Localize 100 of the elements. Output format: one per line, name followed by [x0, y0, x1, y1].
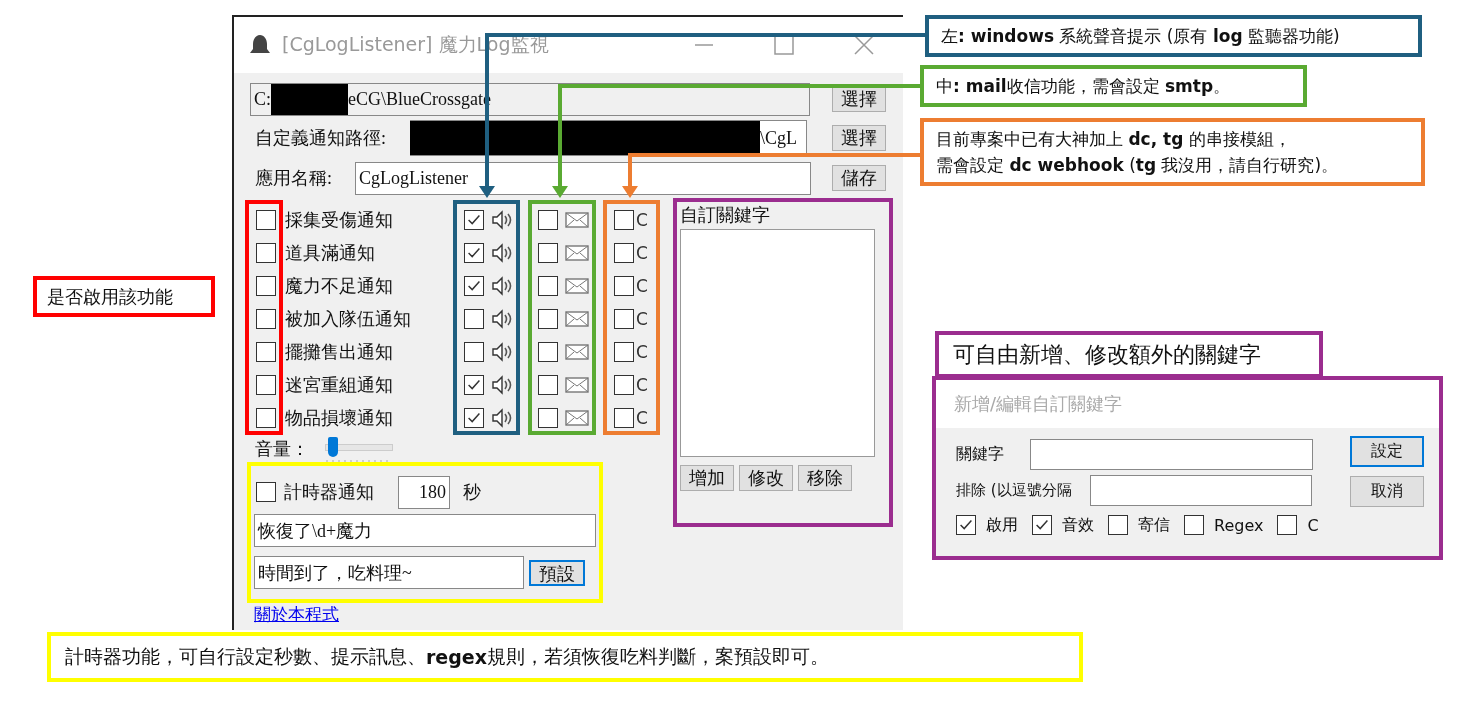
- callout-note: 計時器功能，可自行設定秒數、提示訊息、regex規則，若須恢復吃料判斷，案預設即可。: [47, 632, 1083, 682]
- checkbox[interactable]: [538, 275, 558, 296]
- keyword-button[interactable]: 增加: [680, 465, 734, 491]
- checkbox[interactable]: [256, 242, 276, 263]
- regex-field[interactable]: 恢復了\d+魔力: [254, 514, 596, 547]
- dialog-button[interactable]: 取消: [1350, 476, 1424, 507]
- checkbox[interactable]: [464, 242, 484, 263]
- option-label: 啟用: [986, 514, 1018, 536]
- default-button[interactable]: 預設: [529, 559, 585, 586]
- speaker-icon: [490, 405, 514, 430]
- speaker-icon: [490, 339, 514, 364]
- input-field[interactable]: [1030, 438, 1313, 470]
- checkbox[interactable]: [464, 341, 484, 362]
- choose-button[interactable]: 選擇: [832, 86, 886, 112]
- notification-label: 迷宮重組通知: [285, 373, 394, 397]
- option-label: Regex: [1214, 515, 1264, 535]
- dialog-button[interactable]: 設定: [1350, 436, 1424, 467]
- option-label: C: [636, 242, 649, 263]
- path-field[interactable]: \CgL: [410, 120, 807, 156]
- callout-note: 中: mail收信功能，需會設定 smtp。: [920, 65, 1307, 107]
- choose-button[interactable]: 選擇: [832, 125, 886, 151]
- checkbox[interactable]: [538, 341, 558, 362]
- field-label: 應用名稱:: [254, 167, 333, 190]
- checkbox[interactable]: [256, 341, 276, 362]
- field-label: 關鍵字: [956, 443, 1005, 465]
- option-label: 寄信: [1138, 514, 1170, 536]
- option-label: C: [636, 407, 649, 428]
- checkbox[interactable]: [614, 374, 634, 395]
- checkbox[interactable]: [464, 209, 484, 230]
- timer-label: 計時器通知: [284, 481, 375, 504]
- notification-label: 採集受傷通知: [285, 208, 394, 232]
- envelope-icon: [565, 277, 589, 294]
- checkbox[interactable]: [538, 242, 558, 263]
- notification-label: 道具滿通知: [285, 241, 376, 265]
- notification-label: 魔力不足通知: [285, 274, 394, 298]
- checkbox[interactable]: [464, 407, 484, 428]
- checkbox[interactable]: [538, 374, 558, 395]
- envelope-icon: [565, 244, 589, 261]
- checkbox[interactable]: [1277, 515, 1298, 535]
- envelope-icon: [565, 409, 589, 426]
- volume-label: 音量：: [254, 438, 310, 461]
- checkbox[interactable]: [614, 242, 634, 263]
- checkbox[interactable]: [956, 515, 976, 535]
- checkbox[interactable]: [464, 374, 484, 395]
- checkbox[interactable]: [614, 407, 634, 428]
- field-label: 排除 (以逗號分隔: [956, 480, 1073, 500]
- keyword-button[interactable]: 移除: [798, 465, 852, 491]
- speaker-icon: [490, 372, 514, 397]
- option-label: C: [636, 341, 649, 362]
- speaker-icon: [490, 207, 514, 232]
- checkbox[interactable]: [614, 341, 634, 362]
- checkbox[interactable]: [256, 482, 276, 502]
- panel-title: 自訂關鍵字: [680, 204, 771, 227]
- checkbox[interactable]: [1032, 515, 1052, 535]
- checkbox[interactable]: [464, 308, 484, 329]
- notification-label: 被加入隊伍通知: [285, 307, 412, 331]
- speaker-icon: [490, 306, 514, 331]
- envelope-icon: [565, 343, 589, 360]
- dialog-title: 新增/編輯自訂關鍵字: [954, 392, 1123, 416]
- envelope-icon: [565, 376, 589, 393]
- notification-label: 物品損壞通知: [285, 406, 394, 430]
- app-name-field[interactable]: CgLogListener: [355, 161, 811, 195]
- envelope-icon: [565, 211, 589, 228]
- seconds-field[interactable]: 180: [398, 475, 450, 509]
- checkbox[interactable]: [256, 407, 276, 428]
- checkbox[interactable]: [614, 308, 634, 329]
- checkbox[interactable]: [538, 209, 558, 230]
- save-button[interactable]: 儲存: [832, 165, 886, 191]
- keyword-button[interactable]: 修改: [739, 465, 793, 491]
- option-label: C: [636, 308, 649, 329]
- callout-note: 左: windows 系統聲音提示 (原有 log 監聽器功能): [925, 15, 1422, 57]
- option-label: C: [636, 374, 649, 395]
- checkbox[interactable]: [614, 275, 634, 296]
- checkbox[interactable]: [256, 275, 276, 296]
- checkbox[interactable]: [256, 308, 276, 329]
- about-link[interactable]: 關於本程式: [254, 603, 670, 626]
- checkbox[interactable]: [256, 374, 276, 395]
- speaker-icon: [490, 273, 514, 298]
- maximize-icon[interactable]: [773, 34, 795, 56]
- option-label: C: [1307, 515, 1319, 535]
- checkbox[interactable]: [614, 209, 634, 230]
- callout-note: 目前專案中已有大神加上 dc, tg 的串接模組， 需會設定 dc webhook (tg 我沒用，請自行研究)。: [920, 118, 1425, 186]
- checkbox[interactable]: [538, 308, 558, 329]
- close-icon[interactable]: [853, 34, 875, 56]
- input-field[interactable]: [1090, 474, 1312, 506]
- checkbox[interactable]: [1184, 515, 1204, 535]
- option-label: C: [636, 275, 649, 296]
- checkbox[interactable]: [538, 407, 558, 428]
- field-label: 自定義通知路徑:: [254, 127, 387, 150]
- envelope-icon: [565, 310, 589, 327]
- option-label: C: [636, 209, 649, 230]
- speaker-icon: [490, 240, 514, 265]
- option-label: 音效: [1062, 514, 1094, 536]
- checkbox[interactable]: [1108, 515, 1128, 535]
- message-field[interactable]: 時間到了，吃料理~: [254, 556, 524, 589]
- checkbox[interactable]: [464, 275, 484, 296]
- unit-label: 秒: [463, 481, 481, 504]
- notification-label: 擺攤售出通知: [285, 340, 394, 364]
- callout-note: 可自由新增、修改額外的關鍵字: [935, 331, 1323, 378]
- checkbox[interactable]: [256, 209, 276, 230]
